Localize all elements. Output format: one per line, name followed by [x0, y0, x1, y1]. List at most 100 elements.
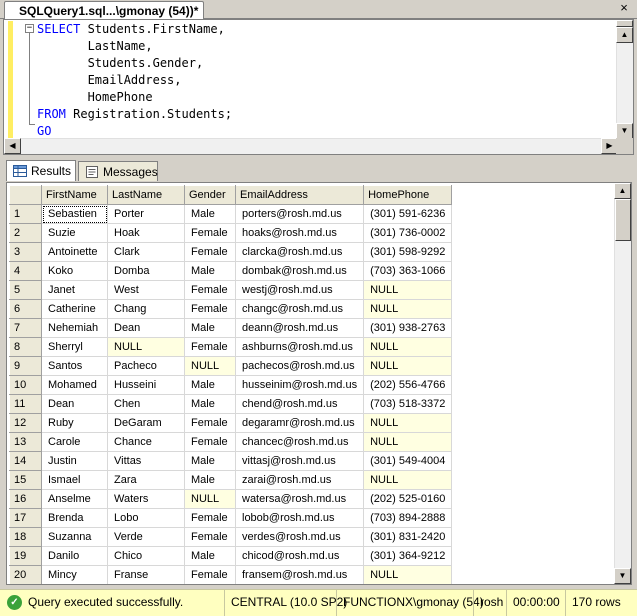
grid-cell[interactable]: Hoak	[107, 223, 185, 243]
grid-cell[interactable]: NULL	[184, 356, 236, 376]
grid-cell[interactable]: Female	[184, 413, 236, 433]
grid-cell[interactable]: zarai@rosh.md.us	[234, 470, 365, 490]
grid-cell[interactable]: (301) 549-4004	[363, 451, 453, 471]
grid-cell[interactable]: Female	[184, 565, 236, 584]
grid-cell[interactable]: NULL	[363, 337, 453, 357]
table-row[interactable]: 4 Koko Domba Male dombak@rosh.md.us (703) 363…	[9, 261, 453, 281]
grid-cell[interactable]: degaramr@rosh.md.us	[234, 413, 365, 433]
grid-cell[interactable]: Janet	[41, 280, 108, 300]
grid-cell[interactable]: Anselme	[41, 489, 108, 509]
grid-cell[interactable]: watersa@rosh.md.us	[234, 489, 365, 509]
grid-cell[interactable]: hoaks@rosh.md.us	[234, 223, 365, 243]
table-row[interactable]: 9 Santos Pacheco NULL pachecos@rosh.md.us NUL…	[9, 356, 453, 376]
grid-cell[interactable]: NULL	[363, 356, 453, 376]
grid-cell[interactable]: Male	[184, 470, 236, 490]
tab-messages[interactable]: Messages	[78, 161, 158, 181]
grid-cell[interactable]: chancec@rosh.md.us	[234, 432, 365, 452]
table-row[interactable]: 19 Danilo Chico Male chicod@rosh.md.us (301) …	[9, 546, 453, 566]
table-row[interactable]: 11 Dean Chen Male chend@rosh.md.us (703) 518-…	[9, 394, 453, 414]
grid-cell[interactable]: Husseini	[107, 375, 185, 395]
grid-cell[interactable]: Dean	[41, 394, 108, 414]
grid-cell[interactable]: NULL	[107, 337, 185, 357]
grid-cell[interactable]: (301) 591-6236	[363, 204, 453, 224]
table-row[interactable]: 20 Mincy Franse Female fransem@rosh.md.us NUL…	[9, 565, 453, 584]
table-row[interactable]: 15 Ismael Zara Male zarai@rosh.md.us NULL	[9, 470, 453, 490]
grid-cell[interactable]: Santos	[41, 356, 108, 376]
table-row[interactable]: 3 Antoinette Clark Female clarcka@rosh.md.us…	[9, 242, 453, 262]
grid-cell[interactable]: Male	[184, 394, 236, 414]
scroll-thumb[interactable]	[615, 199, 631, 241]
row-number[interactable]: 7	[9, 318, 42, 338]
row-number[interactable]: 1	[9, 204, 42, 224]
grid-cell[interactable]: (202) 556-4766	[363, 375, 453, 395]
editor-vertical-scrollbar[interactable]: ▲ ▼	[616, 20, 633, 140]
grid-cell[interactable]: chicod@rosh.md.us	[234, 546, 365, 566]
grid-cell[interactable]: (301) 364-9212	[363, 546, 453, 566]
grid-cell[interactable]: Pacheco	[107, 356, 185, 376]
grid-cell[interactable]: Sebastien	[41, 204, 108, 224]
grid-cell[interactable]: ashburns@rosh.md.us	[234, 337, 365, 357]
grid-cell[interactable]: Chang	[107, 299, 185, 319]
grid-cell[interactable]: Female	[184, 432, 236, 452]
grid-cell[interactable]: NULL	[363, 470, 453, 490]
document-tab[interactable]: SQLQuery1.sql...\gmonay (54))*	[4, 1, 204, 20]
grid-cell[interactable]: Mohamed	[41, 375, 108, 395]
grid-cell[interactable]: West	[107, 280, 185, 300]
grid-cell[interactable]: chend@rosh.md.us	[234, 394, 365, 414]
scroll-up-icon[interactable]: ▲	[616, 27, 633, 43]
row-number[interactable]: 19	[9, 546, 42, 566]
grid-cell[interactable]: Mincy	[41, 565, 108, 584]
grid-cell[interactable]: Dean	[107, 318, 185, 338]
grid-cell[interactable]: clarcka@rosh.md.us	[234, 242, 365, 262]
grid-cell[interactable]: Domba	[107, 261, 185, 281]
grid-cell[interactable]: Female	[184, 527, 236, 547]
grid-cell[interactable]: NULL	[363, 280, 453, 300]
table-row[interactable]: 18 Suzanna Verde Female verdes@rosh.md.us (30…	[9, 527, 453, 547]
grid-cell[interactable]: Porter	[107, 204, 185, 224]
table-row[interactable]: 8 Sherryl NULL Female ashburns@rosh.md.us NUL…	[9, 337, 453, 357]
column-header[interactable]: FirstName	[41, 185, 108, 205]
grid-cell[interactable]: Male	[184, 204, 236, 224]
row-number[interactable]: 14	[9, 451, 42, 471]
grid-cell[interactable]: Justin	[41, 451, 108, 471]
grid-cell[interactable]: NULL	[363, 432, 453, 452]
grid-cell[interactable]: Female	[184, 223, 236, 243]
row-number[interactable]: 10	[9, 375, 42, 395]
grid-cell[interactable]: Suzanna	[41, 527, 108, 547]
table-row[interactable]: 12 Ruby DeGaram Female degaramr@rosh.md.us NU…	[9, 413, 453, 433]
grid-cell[interactable]: Male	[184, 451, 236, 471]
grid-cell[interactable]: Chen	[107, 394, 185, 414]
grid-cell[interactable]: Chance	[107, 432, 185, 452]
column-header[interactable]: LastName	[107, 185, 185, 205]
grid-cell[interactable]: Verde	[107, 527, 185, 547]
grid-cell[interactable]: Franse	[107, 565, 185, 584]
grid-cell[interactable]: pachecos@rosh.md.us	[234, 356, 365, 376]
row-number[interactable]: 4	[9, 261, 42, 281]
tab-results[interactable]: Results	[6, 160, 76, 181]
grid-cell[interactable]: Zara	[107, 470, 185, 490]
row-number[interactable]: 6	[9, 299, 42, 319]
grid-cell[interactable]: Brenda	[41, 508, 108, 528]
grid-cell[interactable]: NULL	[184, 489, 236, 509]
column-header[interactable]: Gender	[184, 185, 236, 205]
grid-vertical-scrollbar[interactable]: ▲ ▼	[614, 183, 631, 584]
grid-cell[interactable]: Female	[184, 299, 236, 319]
table-row[interactable]: 16 Anselme Waters NULL watersa@rosh.md.us (20…	[9, 489, 453, 509]
table-row[interactable]: 1 Sebastien Porter Male porters@rosh.md.us (3…	[9, 204, 453, 224]
row-number[interactable]: 17	[9, 508, 42, 528]
row-number[interactable]: 15	[9, 470, 42, 490]
grid-cell[interactable]: (202) 525-0160	[363, 489, 453, 509]
grid-cell[interactable]: porters@rosh.md.us	[234, 204, 365, 224]
grid-cell[interactable]: Lobo	[107, 508, 185, 528]
grid-cell[interactable]: Nehemiah	[41, 318, 108, 338]
query-editor[interactable]: − SELECT Students.FirstName, LastName, S…	[3, 19, 634, 155]
grid-cell[interactable]: (703) 518-3372	[363, 394, 453, 414]
results-grid[interactable]: FirstName LastName Gender EmailAddress HomeP…	[6, 182, 632, 585]
split-handle[interactable]	[616, 20, 633, 27]
grid-cell[interactable]: westj@rosh.md.us	[234, 280, 365, 300]
grid-cell[interactable]: (703) 894-2888	[363, 508, 453, 528]
grid-cell[interactable]: Male	[184, 375, 236, 395]
row-number[interactable]: 16	[9, 489, 42, 509]
grid-cell[interactable]: DeGaram	[107, 413, 185, 433]
table-row[interactable]: 5 Janet West Female westj@rosh.md.us NULL	[9, 280, 453, 300]
